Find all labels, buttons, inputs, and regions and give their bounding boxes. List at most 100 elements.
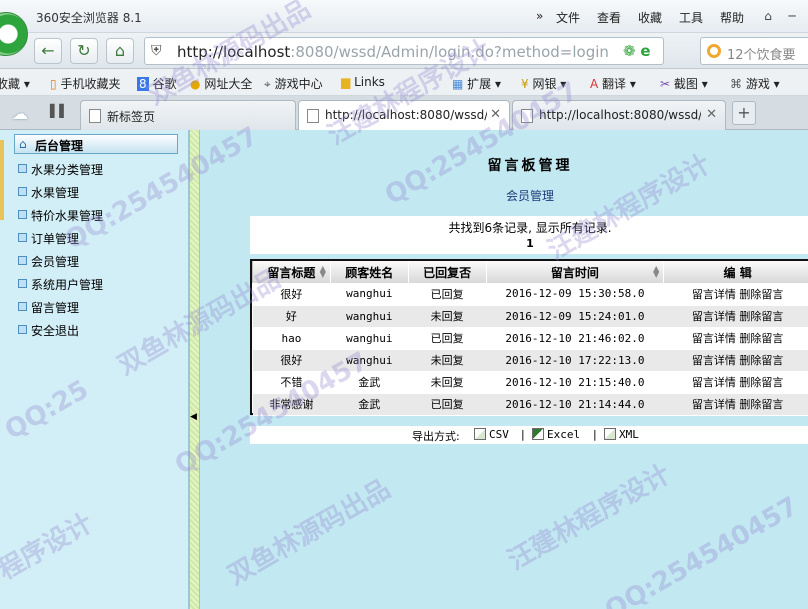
bookmark-label: 截图: [673, 77, 698, 91]
bookmark-bank[interactable]: ¥ 网银 ▾: [521, 75, 566, 92]
cell-actions: 留言详情 删除留言: [663, 393, 808, 416]
skin-icon[interactable]: ⌂: [756, 6, 780, 26]
ie-mode-icon[interactable]: e: [640, 42, 650, 60]
menu-tools[interactable]: 工具: [679, 9, 703, 26]
bookmark-screenshot[interactable]: ✂ 截图 ▾: [660, 75, 708, 92]
cell-replied: 未回复: [408, 305, 487, 328]
delete-link[interactable]: 删除留言: [739, 332, 783, 345]
grid-icon: [89, 109, 101, 123]
excel-file-icon: [532, 428, 544, 440]
view-detail-link[interactable]: 留言详情: [692, 332, 736, 345]
column-header-name[interactable]: 顾客姓名: [329, 261, 409, 283]
cell-name: wanghui: [330, 349, 409, 372]
home-button[interactable]: ⌂: [106, 38, 134, 64]
bullet-icon: [18, 302, 27, 311]
export-xml-link[interactable]: XML: [604, 428, 639, 441]
search-box[interactable]: 12个饮食要: [700, 37, 808, 65]
url-text[interactable]: http://localhost:8080/wssd/Admin/login.d…: [177, 43, 609, 61]
page-number[interactable]: 1: [250, 237, 808, 250]
cloud-icon[interactable]: ☁: [12, 104, 28, 123]
search-input[interactable]: 12个饮食要: [727, 44, 796, 63]
cell-title: 很好: [252, 283, 331, 306]
bookmark-label: 网址大全: [204, 77, 253, 91]
cell-replied: 已回复: [408, 283, 487, 306]
column-header-time[interactable]: 留言时间 ▲ ▼: [485, 261, 665, 283]
page-icon: [307, 109, 319, 123]
menu-overflow[interactable]: »: [536, 9, 543, 23]
close-icon[interactable]: ✕: [490, 107, 501, 122]
table-row: 很好 wanghui 已回复 2016-12-09 15:30:58.0 留言详…: [252, 283, 808, 306]
column-header-edit: 编 辑: [663, 261, 808, 283]
delete-link[interactable]: 删除留言: [739, 354, 783, 367]
bookmark-label: 游戏中心: [274, 77, 323, 91]
cell-time: 2016-12-09 15:30:58.0: [486, 283, 664, 306]
url-host: http://localhost: [177, 43, 291, 61]
compat-mode-icon[interactable]: ❁: [623, 42, 636, 60]
cell-name: wanghui: [330, 283, 409, 306]
menu-favorites[interactable]: 收藏: [638, 9, 662, 26]
cell-title: hao: [252, 327, 331, 350]
tab-label: http://localhost:8080/wssd/(: [539, 108, 701, 122]
bookmark-favorites[interactable]: 收藏 ▾: [0, 75, 30, 92]
export-excel-link[interactable]: Excel: [532, 428, 580, 441]
bookmark-mobile[interactable]: ▯ 手机收藏夹: [50, 75, 120, 92]
tab-new-tab[interactable]: 新标签页: [80, 100, 296, 130]
page-subtitle: 会员管理: [505, 189, 554, 203]
delete-link[interactable]: 删除留言: [739, 376, 783, 389]
column-header-title[interactable]: 留言标题 ▲ ▼: [252, 261, 331, 283]
collapse-arrow-icon[interactable]: ◀: [190, 412, 197, 422]
tab-admin-login[interactable]: http://localhost:8080/wssd/A ✕: [298, 100, 510, 130]
export-option-label: CSV: [489, 428, 509, 441]
bookmark-games[interactable]: ⌘ 游戏 ▾: [730, 75, 780, 92]
view-detail-link[interactable]: 留言详情: [692, 310, 736, 323]
address-bar[interactable]: ⛨ http://localhost:8080/wssd/Admin/login…: [144, 37, 664, 65]
bookmark-google[interactable]: 8 谷歌: [137, 75, 176, 92]
minimize-icon[interactable]: ─: [780, 6, 804, 26]
tab-localhost[interactable]: http://localhost:8080/wssd/( ✕: [512, 100, 726, 130]
table-row: hao wanghui 已回复 2016-12-10 21:46:02.0 留言…: [252, 327, 808, 350]
sidebar-item-label: 留言管理: [31, 301, 80, 315]
bookmark-translate[interactable]: A 翻译 ▾: [590, 75, 636, 92]
sidebar-header[interactable]: ⌂ 后台管理: [14, 134, 178, 154]
folder-icon: ▆: [341, 75, 351, 89]
delete-link[interactable]: 删除留言: [739, 288, 783, 301]
new-tab-button[interactable]: +: [732, 101, 756, 125]
record-info: 共找到6条记录, 显示所有记录. 1: [250, 216, 808, 254]
message-table: 留言标题 ▲ ▼ 顾客姓名 已回复否 留言时间 ▲ ▼ 编 辑 很好 wanghui 已…: [250, 259, 808, 416]
view-detail-link[interactable]: 留言详情: [692, 354, 736, 367]
bullet-icon: [18, 187, 27, 196]
bookmark-sites[interactable]: ● 网址大全: [190, 75, 252, 92]
bookmark-games-center[interactable]: ⌖ 游戏中心: [264, 75, 323, 92]
page-icon: [521, 109, 533, 123]
export-csv-link[interactable]: CSV: [474, 428, 509, 441]
menu-help[interactable]: 帮助: [720, 9, 744, 26]
sidebar-splitter[interactable]: [189, 130, 200, 609]
bookmark-label: 网银: [532, 77, 557, 91]
refresh-button[interactable]: ↻: [70, 38, 98, 64]
close-icon[interactable]: ✕: [706, 107, 717, 122]
bookmark-label: 手机收藏夹: [60, 77, 121, 91]
gamepad-icon: ⌖: [264, 77, 271, 91]
bullet-icon: [18, 164, 27, 173]
delete-link[interactable]: 删除留言: [739, 398, 783, 411]
view-detail-link[interactable]: 留言详情: [692, 398, 736, 411]
phone-icon: ▯: [50, 77, 57, 91]
menu-file[interactable]: 文件: [556, 9, 580, 26]
page-title: 留言板管理: [487, 158, 573, 174]
column-header-replied[interactable]: 已回复否: [407, 261, 487, 283]
column-label: 留言时间: [550, 265, 599, 280]
extensions-icon: ▦: [452, 77, 464, 91]
tab-list-icon[interactable]: ▌▌: [50, 104, 68, 118]
url-path: :8080/wssd/Admin/login.do?method=login: [290, 43, 609, 61]
view-detail-link[interactable]: 留言详情: [692, 288, 736, 301]
cell-time: 2016-12-10 21:46:02.0: [486, 327, 664, 350]
table-header-row: 留言标题 ▲ ▼ 顾客姓名 已回复否 留言时间 ▲ ▼ 编 辑: [252, 261, 808, 283]
delete-link[interactable]: 删除留言: [739, 310, 783, 323]
menu-view[interactable]: 查看: [597, 9, 621, 26]
back-button[interactable]: ←: [34, 38, 62, 64]
bookmark-extensions[interactable]: ▦ 扩展 ▾: [452, 75, 501, 92]
view-detail-link[interactable]: 留言详情: [692, 376, 736, 389]
app-title: 360安全浏览器 8.1: [36, 11, 142, 25]
bank-icon: ¥: [521, 77, 529, 91]
bookmark-links[interactable]: ▆ Links: [341, 75, 385, 89]
